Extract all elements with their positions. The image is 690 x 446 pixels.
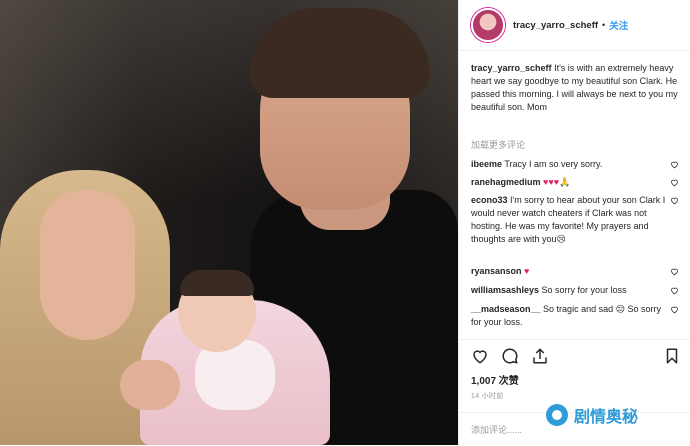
comment-text: Tracy I am so very sorry.	[502, 159, 603, 169]
bookmark-icon[interactable]	[663, 347, 681, 365]
comment-item: econo33 I'm sorry to hear about your son…	[471, 194, 669, 246]
watermark: 剧情奥秘	[546, 402, 638, 428]
instagram-post: tracy_yarro_scheff • 关注 tracy_yarro_sche…	[0, 0, 690, 445]
comment-item: ryansanson ♥	[471, 265, 669, 278]
comment-username[interactable]: __madseason__	[471, 304, 541, 314]
watermark-logo-icon	[546, 404, 568, 426]
comment-icon[interactable]	[501, 347, 519, 365]
comment-text: So sorry for your loss	[539, 285, 627, 295]
post-side-panel: tracy_yarro_scheff • 关注 tracy_yarro_sche…	[458, 0, 690, 445]
post-photo[interactable]	[0, 0, 458, 445]
like-count[interactable]: 1,007 次赞	[471, 372, 519, 387]
header-username[interactable]: tracy_yarro_scheff	[513, 20, 598, 31]
comment-like-heart-icon[interactable]	[670, 305, 679, 314]
comment-text: ♥♥♥🙏	[540, 177, 571, 187]
share-icon[interactable]	[531, 347, 549, 365]
comment-username[interactable]: econo33	[471, 195, 508, 205]
comment-item: __madseason__ So tragic and sad 😔 So sor…	[471, 303, 669, 329]
comment-username[interactable]: ibeeme	[471, 159, 502, 169]
comment-like-heart-icon[interactable]	[670, 196, 679, 205]
comment-like-heart-icon[interactable]	[670, 160, 679, 169]
action-bar	[459, 339, 690, 372]
comment-like-heart-icon[interactable]	[670, 286, 679, 295]
separator-dot: •	[602, 20, 606, 30]
comment-item: williamsashleys So sorry for your loss	[471, 284, 669, 297]
comment-item: ranehagmedium ♥♥♥🙏	[471, 176, 669, 189]
post-caption: tracy_yarro_scheff It's is with an extre…	[471, 62, 683, 114]
avatar[interactable]	[471, 8, 505, 42]
comment-username[interactable]: ryansanson	[471, 266, 522, 276]
load-more-comments-button[interactable]: 加载更多评论	[471, 138, 525, 151]
comment-like-heart-icon[interactable]	[670, 267, 679, 276]
comment-username[interactable]: williamsashleys	[471, 285, 539, 295]
comment-item: ibeeme Tracy I am so very sorry.	[471, 158, 669, 171]
follow-button[interactable]: 关注	[609, 18, 628, 32]
post-header: tracy_yarro_scheff • 关注	[459, 0, 690, 51]
watermark-text: 剧情奥秘	[574, 409, 639, 426]
post-timestamp: 14 小时前	[471, 393, 504, 400]
heart-icon[interactable]	[471, 347, 489, 365]
caption-username[interactable]: tracy_yarro_scheff	[471, 63, 552, 73]
comment-username[interactable]: ranehagmedium	[471, 177, 541, 187]
comment-text: ♥	[521, 266, 530, 276]
comment-like-heart-icon[interactable]	[670, 178, 679, 187]
add-comment-placeholder: 添加评论......	[471, 425, 523, 435]
